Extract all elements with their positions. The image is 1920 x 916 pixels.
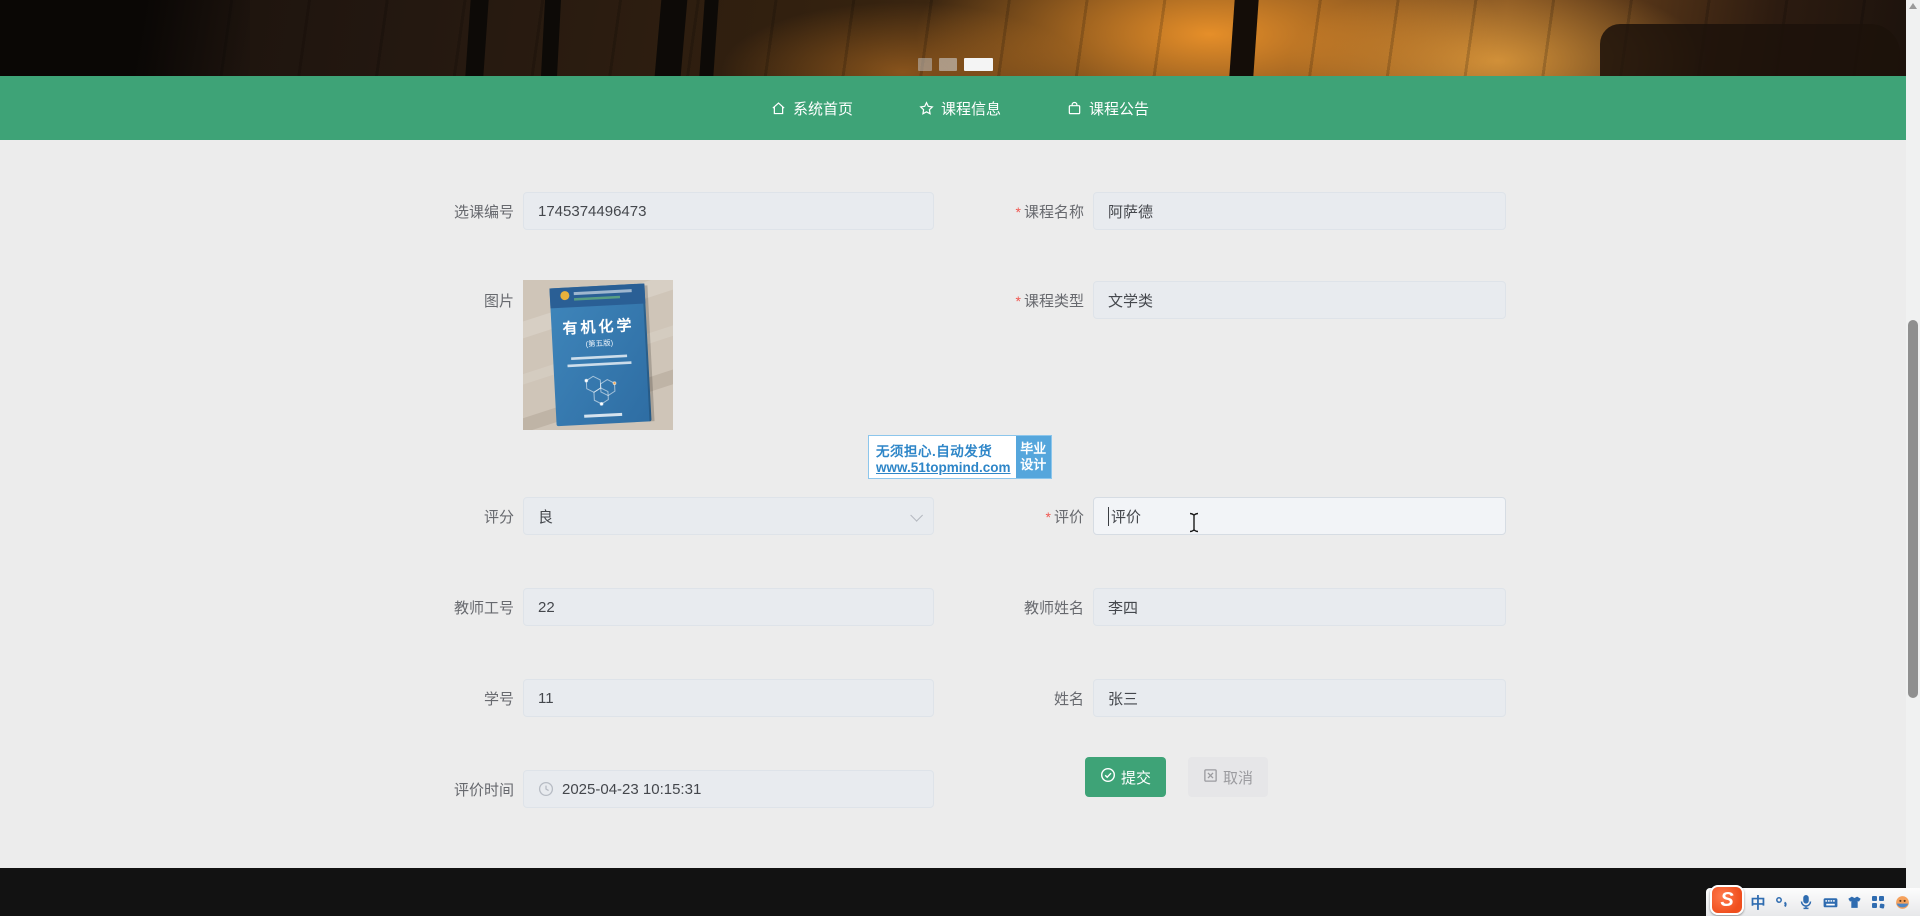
close-square-icon	[1203, 768, 1218, 787]
ime-emoji-icon[interactable]	[1892, 892, 1912, 912]
image-label: 图片	[344, 290, 514, 311]
field-row-student-no: 学号 11	[344, 679, 934, 717]
book-edition-text: (第五版)	[585, 337, 613, 348]
form-actions: 提交 取消	[1085, 757, 1268, 797]
home-icon	[771, 101, 786, 116]
nav-item-label: 系统首页	[793, 98, 853, 119]
main-nav: 系统首页 课程信息 课程公告	[0, 76, 1920, 140]
score-select[interactable]: 良	[523, 497, 934, 535]
field-row-evaluation: *评价 评价	[914, 497, 1506, 535]
student-no-input[interactable]: 11	[523, 679, 934, 717]
submit-label: 提交	[1121, 767, 1151, 788]
teacher-no-value: 22	[538, 599, 555, 616]
ime-punctuation-icon[interactable]	[1772, 892, 1792, 912]
watermark-badge: 毕业 设计	[1016, 436, 1051, 478]
field-row-score: 评分 良	[344, 497, 934, 535]
course-name-value: 阿萨德	[1108, 201, 1153, 222]
carousel-dot[interactable]	[939, 58, 957, 71]
page-footer	[0, 868, 1920, 916]
teacher-no-input[interactable]: 22	[523, 588, 934, 626]
field-row-course-type: *课程类型 文学类	[914, 281, 1506, 319]
banner-photo-shape	[1600, 24, 1900, 76]
course-type-value: 文学类	[1108, 290, 1153, 311]
star-icon	[919, 101, 934, 116]
banner-photo-shape	[0, 0, 250, 76]
nav-item-announcements[interactable]: 课程公告	[1057, 92, 1159, 125]
selection-no-value: 1745374496473	[538, 203, 646, 220]
course-name-label: *课程名称	[914, 201, 1084, 222]
field-row-selection-no: 选课编号 1745374496473	[344, 192, 934, 230]
course-name-input[interactable]: 阿萨德	[1093, 192, 1506, 230]
student-name-input[interactable]: 张三	[1093, 679, 1506, 717]
evaluation-value: 评价	[1111, 506, 1141, 527]
ime-toolbar: S 中	[1706, 888, 1920, 916]
carousel-dot-active[interactable]	[964, 58, 993, 71]
watermark-line1: 无须担心.自动发货	[876, 440, 1011, 460]
book-title-text: 有机化学	[562, 316, 635, 338]
field-row-teacher-no: 教师工号 22	[344, 588, 934, 626]
ime-microphone-icon[interactable]	[1796, 892, 1816, 912]
carousel-dot[interactable]	[918, 58, 932, 71]
nav-item-course-info[interactable]: 课程信息	[909, 92, 1011, 125]
selection-no-input[interactable]: 1745374496473	[523, 192, 934, 230]
scrollbar[interactable]	[1906, 0, 1920, 916]
selection-no-label: 选课编号	[344, 201, 514, 222]
submit-button[interactable]: 提交	[1085, 757, 1166, 797]
teacher-name-value: 李四	[1108, 597, 1138, 618]
course-type-input[interactable]: 文学类	[1093, 281, 1506, 319]
scroll-up-arrow[interactable]	[1909, 3, 1917, 9]
eval-time-label: 评价时间	[344, 779, 514, 800]
teacher-name-label: 教师姓名	[914, 597, 1084, 618]
watermark-url[interactable]: www.51topmind.com	[876, 460, 1011, 475]
nav-item-label: 课程信息	[941, 98, 1001, 119]
carousel-indicators	[918, 58, 993, 71]
teacher-name-input[interactable]: 李四	[1093, 588, 1506, 626]
scrollbar-thumb[interactable]	[1908, 320, 1918, 698]
course-image-thumbnail[interactable]: 有机化学 (第五版)	[523, 280, 673, 430]
field-row-student-name: 姓名 张三	[914, 679, 1506, 717]
required-asterisk: *	[1016, 293, 1021, 309]
field-row-eval-time: 评价时间 2025-04-23 10:15:31	[344, 770, 934, 808]
bag-icon	[1067, 101, 1082, 116]
required-asterisk: *	[1016, 204, 1021, 220]
required-asterisk: *	[1046, 509, 1051, 525]
sogou-ime-icon[interactable]: S	[1710, 885, 1744, 915]
student-no-label: 学号	[344, 688, 514, 709]
cancel-label: 取消	[1223, 767, 1253, 788]
eval-time-value: 2025-04-23 10:15:31	[562, 781, 701, 798]
evaluation-input[interactable]: 评价	[1093, 497, 1506, 535]
cancel-button[interactable]: 取消	[1188, 757, 1268, 797]
student-no-value: 11	[538, 690, 554, 707]
evaluation-label: *评价	[914, 506, 1084, 527]
eval-time-input[interactable]: 2025-04-23 10:15:31	[523, 770, 934, 808]
mouse-ibeam-cursor	[1188, 512, 1200, 538]
student-name-value: 张三	[1108, 688, 1138, 709]
banner-carousel	[0, 0, 1920, 76]
nav-item-label: 课程公告	[1089, 98, 1149, 119]
score-label: 评分	[344, 506, 514, 527]
field-row-image: 图片	[344, 281, 514, 319]
score-value: 良	[538, 506, 553, 527]
ime-skin-icon[interactable]	[1844, 892, 1864, 912]
watermark-text: 无须担心.自动发货 www.51topmind.com	[869, 436, 1016, 478]
ime-mode-chinese[interactable]: 中	[1748, 892, 1768, 912]
teacher-no-label: 教师工号	[344, 597, 514, 618]
ime-keyboard-icon[interactable]	[1820, 892, 1840, 912]
student-name-label: 姓名	[914, 688, 1084, 709]
course-type-label: *课程类型	[914, 290, 1084, 311]
text-caret	[1108, 507, 1109, 526]
field-row-teacher-name: 教师姓名 李四	[914, 588, 1506, 626]
clock-icon	[538, 781, 554, 797]
ime-toolbox-icon[interactable]	[1868, 892, 1888, 912]
watermark-ad[interactable]: 无须担心.自动发货 www.51topmind.com 毕业 设计	[868, 435, 1052, 479]
field-row-course-name: *课程名称 阿萨德	[914, 192, 1506, 230]
nav-item-home[interactable]: 系统首页	[761, 92, 863, 125]
check-circle-icon	[1100, 767, 1116, 787]
